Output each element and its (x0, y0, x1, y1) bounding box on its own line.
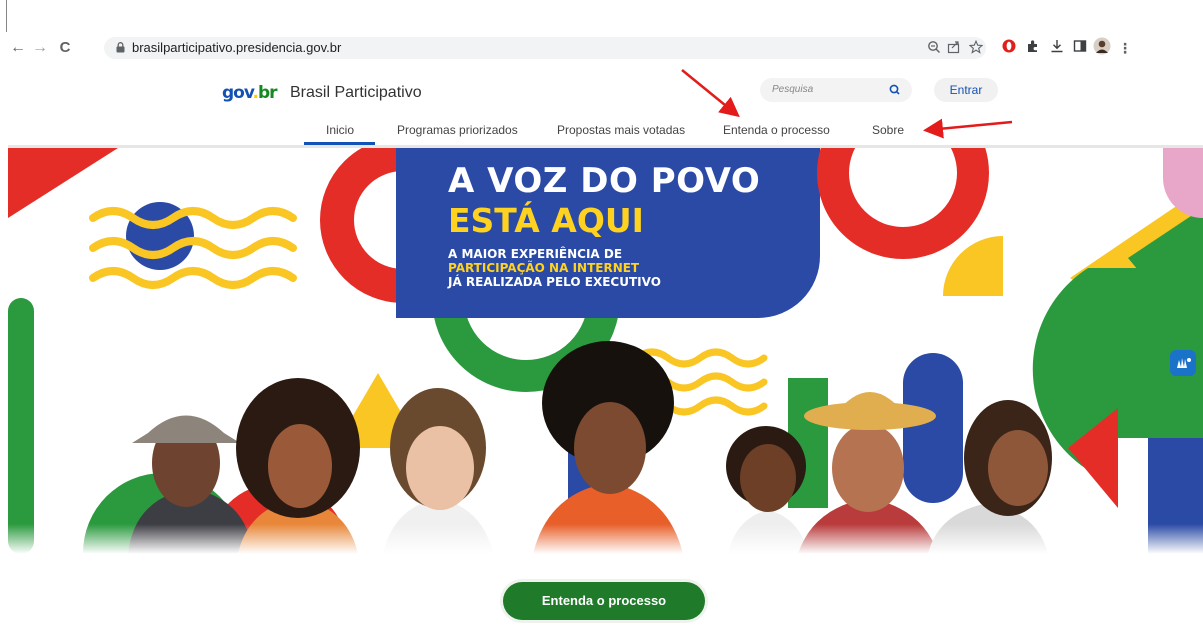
hero-subtitle: A MAIOR EXPERIÊNCIA DE PARTICIPAÇÃO NA I… (448, 247, 661, 289)
red-triangle-shape (8, 148, 118, 218)
person-4 (533, 341, 683, 554)
extensions-icon[interactable] (1024, 38, 1042, 58)
share-icon[interactable] (946, 40, 962, 56)
menu-item-propostas-mais-votadas[interactable]: Propostas mais votadas (557, 123, 685, 137)
red-ring-right-shape (817, 148, 989, 259)
bookmark-star-icon[interactable] (968, 39, 984, 56)
download-icon[interactable] (1048, 38, 1066, 58)
hero-subtitle-line1: A MAIOR EXPERIÊNCIA DE (448, 247, 623, 261)
hero-title-line2: ESTÁ AQUI (448, 201, 644, 240)
url-text[interactable]: brasilparticipativo.presidencia.gov.br (132, 40, 341, 56)
browser-toolbar: ← → C brasilparticipativo.presidencia.go… (0, 36, 1203, 60)
site-title[interactable]: Brasil Participativo (290, 84, 422, 102)
forward-arrow-icon[interactable]: → (30, 38, 50, 58)
opera-icon[interactable] (1000, 38, 1018, 58)
menu-item-sobre[interactable]: Sobre (872, 123, 904, 137)
browser-menu-icon[interactable]: ⋮ (1116, 38, 1134, 58)
menu-item-inicio[interactable]: Inicio (326, 123, 354, 137)
search-box[interactable]: Pesquisa (760, 78, 912, 102)
back-arrow-icon[interactable]: ← (8, 38, 28, 58)
side-panel-icon[interactable] (1071, 38, 1089, 58)
blue-pill-shape (903, 353, 963, 503)
login-button[interactable]: Entrar (934, 78, 998, 102)
yellow-waves-left (89, 207, 297, 289)
hero-subtitle-line2: PARTICIPAÇÃO NA INTERNET (448, 261, 640, 275)
logo-br-text: br (258, 83, 278, 103)
active-menu-indicator (304, 142, 375, 145)
search-icon[interactable] (888, 83, 902, 97)
entenda-o-processo-button[interactable]: Entenda o processo (503, 582, 705, 620)
caption-mask (0, 14, 1203, 24)
vlibras-accessibility-button[interactable] (1170, 350, 1196, 376)
pink-shape (1163, 148, 1203, 218)
lock-icon (116, 42, 125, 53)
page-edge-rule (6, 0, 7, 32)
profile-avatar-icon[interactable] (1093, 37, 1111, 57)
govbr-logo[interactable]: gov.br (222, 83, 278, 103)
hero-subtitle-line3: JÁ REALIZADA PELO EXECUTIVO (448, 275, 661, 289)
green-bar-shape (8, 298, 34, 554)
address-bar[interactable]: brasilparticipativo.presidencia.gov.br (104, 37, 986, 59)
search-input[interactable]: Pesquisa (772, 84, 813, 95)
yellow-quarter-shape (943, 236, 1003, 296)
logo-gov-text: gov (222, 83, 254, 103)
reload-icon[interactable]: C (55, 38, 75, 58)
menu-item-entenda-o-processo[interactable]: Entenda o processo (723, 123, 830, 137)
hand-sign-icon (1177, 358, 1191, 368)
zoom-icon[interactable] (926, 40, 942, 56)
menu-item-programas-priorizados[interactable]: Programas priorizados (397, 123, 518, 137)
hero-title-line1: A VOZ DO POVO (448, 161, 761, 201)
